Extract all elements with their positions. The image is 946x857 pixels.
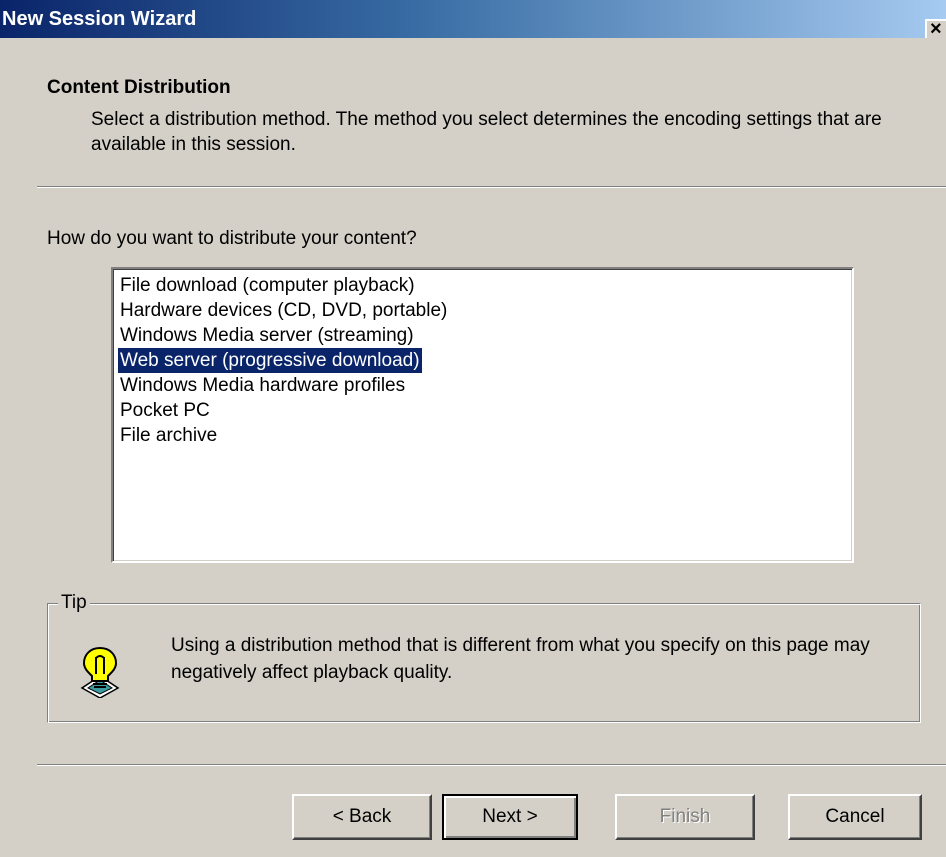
header-divider xyxy=(37,186,946,188)
page-description: Select a distribution method. The method… xyxy=(91,109,882,155)
finish-button[interactable]: Finish xyxy=(615,794,755,840)
title-bar[interactable]: New Session Wizard xyxy=(0,0,946,38)
tip-text: Using a distribution method that is diff… xyxy=(171,635,870,683)
list-item[interactable]: Windows Media hardware profiles xyxy=(118,373,449,398)
list-item[interactable]: File download (computer playback) xyxy=(118,273,449,298)
list-item[interactable]: File archive xyxy=(118,423,449,448)
tip-label: Tip xyxy=(58,593,90,613)
window-title: New Session Wizard xyxy=(2,8,197,30)
footer-divider xyxy=(37,764,946,766)
close-icon: × xyxy=(930,18,942,40)
distribution-question: How do you want to distribute your conte… xyxy=(47,228,417,249)
distribution-method-list[interactable]: File download (computer playback) Hardwa… xyxy=(111,267,854,563)
next-button[interactable]: Next > xyxy=(442,794,578,840)
list-item[interactable]: Pocket PC xyxy=(118,398,449,423)
list-item-selected[interactable]: Web server (progressive download) xyxy=(118,348,422,373)
lightbulb-icon xyxy=(80,646,120,698)
cancel-button[interactable]: Cancel xyxy=(788,794,922,840)
list-item[interactable]: Windows Media server (streaming) xyxy=(118,323,449,348)
page-title: Content Distribution xyxy=(47,77,231,98)
wizard-window: New Session Wizard × Content Distributio… xyxy=(0,0,946,857)
back-button[interactable]: < Back xyxy=(292,794,432,840)
list-item[interactable]: Hardware devices (CD, DVD, portable) xyxy=(118,298,449,323)
